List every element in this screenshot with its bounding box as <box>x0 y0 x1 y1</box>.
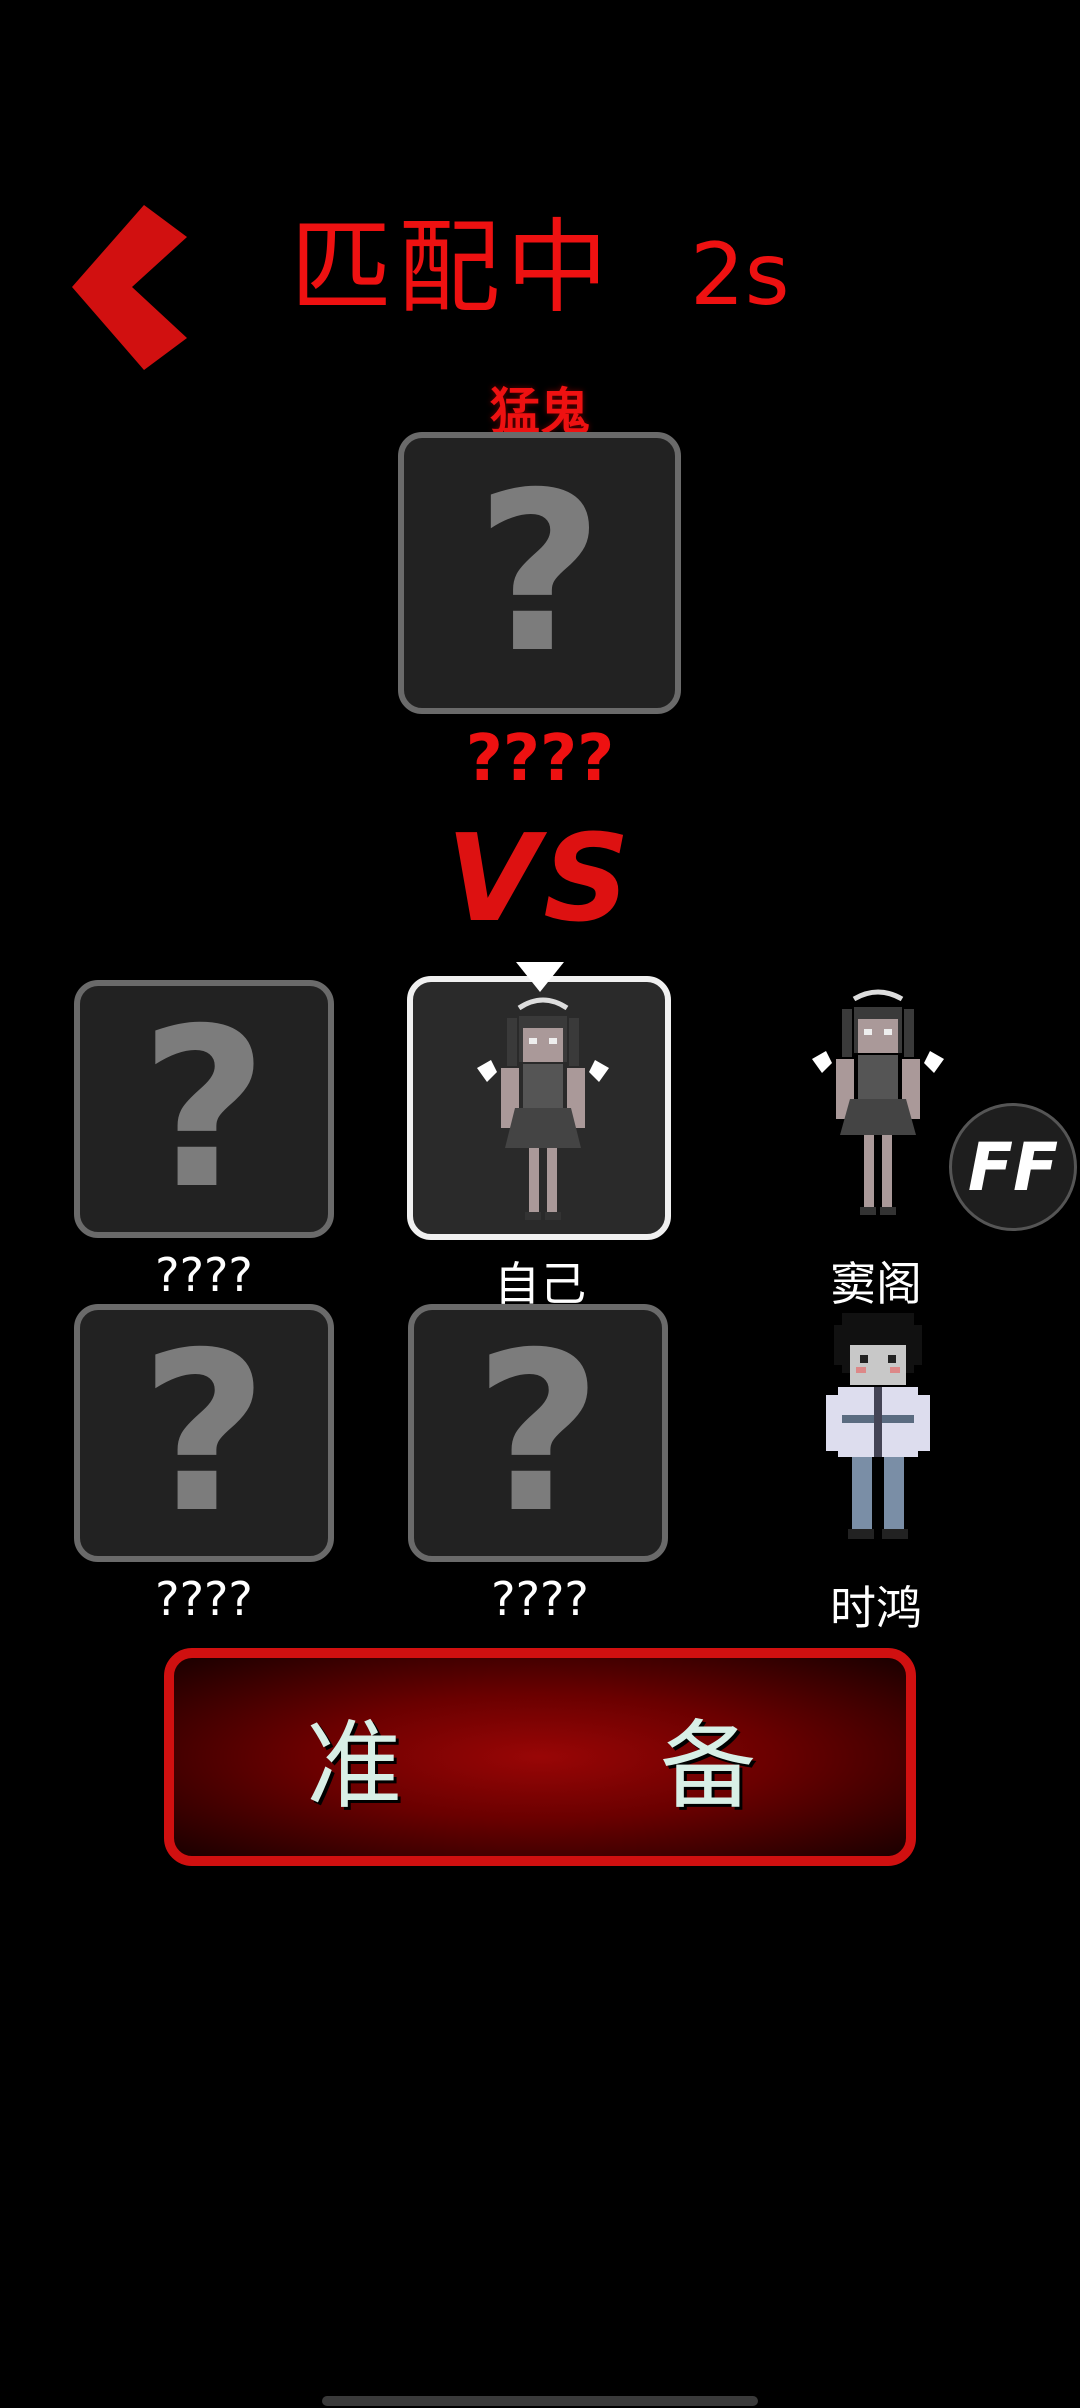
ghost-name: ???? <box>465 722 615 796</box>
team-slot-3: ? <box>74 1304 334 1562</box>
roster-character-2-avatar[interactable] <box>808 1305 948 1555</box>
ghost-slot: ? <box>398 432 681 714</box>
matching-timer: 2s <box>690 225 790 325</box>
team-slot-1-name: ???? <box>155 1248 253 1302</box>
team-slot-4-name: ???? <box>491 1572 589 1626</box>
ff-button[interactable]: FF <box>949 1103 1077 1231</box>
self-pointer-icon <box>516 962 564 992</box>
roster-character-1-name: 窦阁 <box>830 1257 922 1311</box>
question-mark-icon: ? <box>140 1305 268 1561</box>
question-mark-icon: ? <box>475 445 604 701</box>
roster-character-2-name: 时鸿 <box>830 1581 922 1635</box>
team-slot-4: ? <box>408 1304 668 1562</box>
question-mark-icon: ? <box>474 1305 602 1561</box>
team-slot-1: ? <box>74 980 334 1238</box>
ready-button[interactable]: 准 备 <box>164 1648 916 1866</box>
ready-button-label-left: 准 <box>306 1709 402 1822</box>
team-slot-self[interactable] <box>407 976 671 1240</box>
ready-button-label-right: 备 <box>660 1709 756 1822</box>
roster-character-1-avatar[interactable] <box>808 985 948 1235</box>
self-character-avatar <box>477 997 609 1220</box>
home-indicator[interactable] <box>322 2396 758 2406</box>
versus-text: VS <box>446 810 634 949</box>
team-slot-self-name: 自己 <box>494 1257 586 1311</box>
matching-title: 匹配中 <box>290 209 614 328</box>
team-slot-3-name: ???? <box>155 1572 253 1626</box>
back-chevron-icon[interactable] <box>72 205 187 370</box>
question-mark-icon: ? <box>140 981 268 1237</box>
